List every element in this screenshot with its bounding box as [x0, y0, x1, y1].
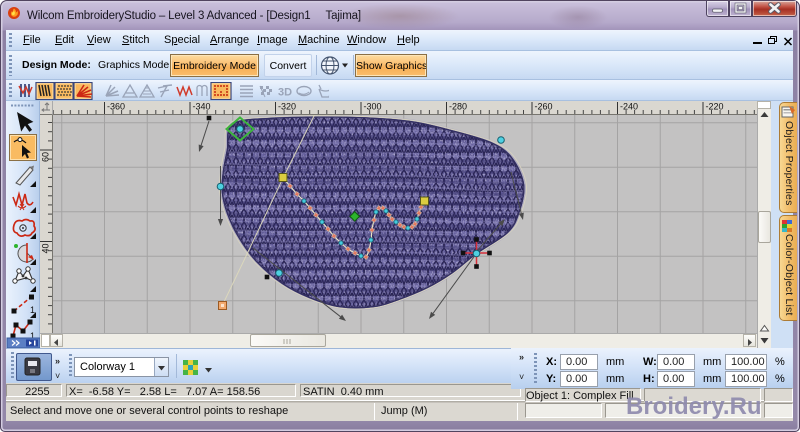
svg-text:-360: -360	[107, 102, 125, 112]
svg-text:-240: -240	[620, 102, 638, 112]
svg-text:-340: -340	[193, 102, 211, 112]
svg-text:-260: -260	[535, 102, 553, 112]
svg-text:60: 60	[41, 152, 51, 162]
svg-text:-220: -220	[706, 102, 724, 112]
svg-text:40: 40	[41, 243, 51, 253]
svg-text:3D: 3D	[278, 86, 292, 98]
svg-text:-280: -280	[449, 102, 467, 112]
svg-text:-320: -320	[278, 102, 296, 112]
svg-text:1: 1	[30, 305, 35, 315]
svg-text:-300: -300	[364, 102, 382, 112]
